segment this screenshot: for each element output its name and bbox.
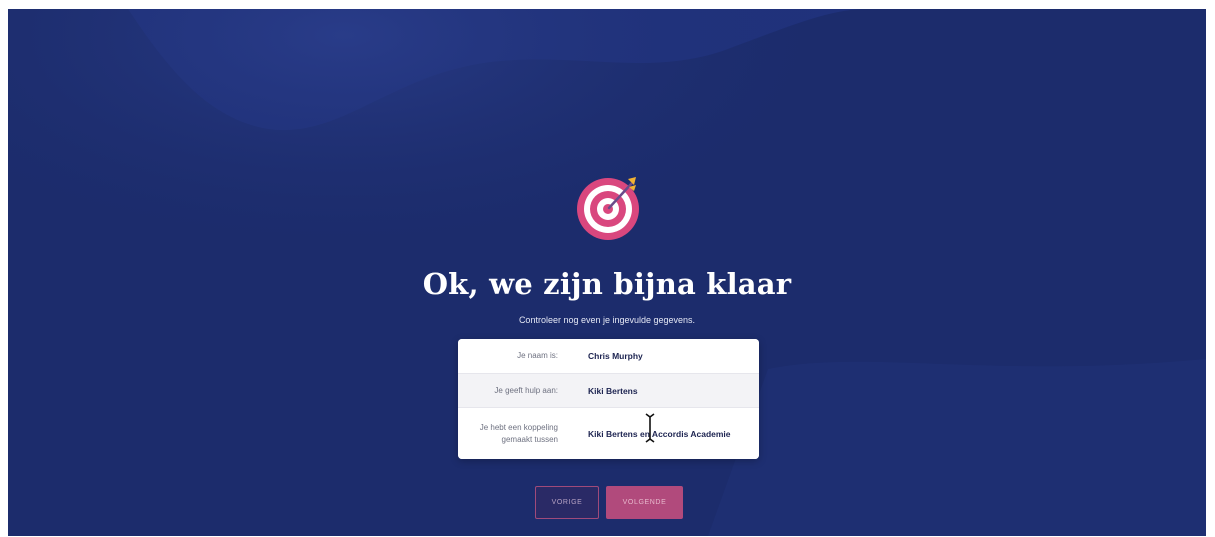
previous-button[interactable]: VORIGE [535,486,599,519]
summary-value: Chris Murphy [588,351,643,361]
page-subtitle: Controleer nog even je ingevulde gegeven… [518,315,696,325]
summary-card: Je naam is: Chris Murphy Je geeft hulp a… [458,339,759,459]
summary-row-connection: Je hebt een koppeling gemaakt tussen Kik… [458,408,759,459]
text-cursor-icon [645,413,655,443]
next-button[interactable]: VOLGENDE [606,486,683,519]
summary-value: Kiki Bertens [588,385,638,396]
summary-row-help: Je geeft hulp aan: Kiki Bertens [458,374,759,408]
target-icon [577,177,639,240]
page-title: Ok, we zijn bijna klaar [422,267,792,301]
app-screen: Ok, we zijn bijna klaar Controleer nog e… [8,9,1206,536]
summary-row-name: Je naam is: Chris Murphy [458,339,759,374]
summary-label: Je naam is: [517,351,558,360]
summary-label: Je geeft hulp aan: [494,385,558,395]
summary-label: Je hebt een koppeling gemaakt tussen [479,422,558,444]
